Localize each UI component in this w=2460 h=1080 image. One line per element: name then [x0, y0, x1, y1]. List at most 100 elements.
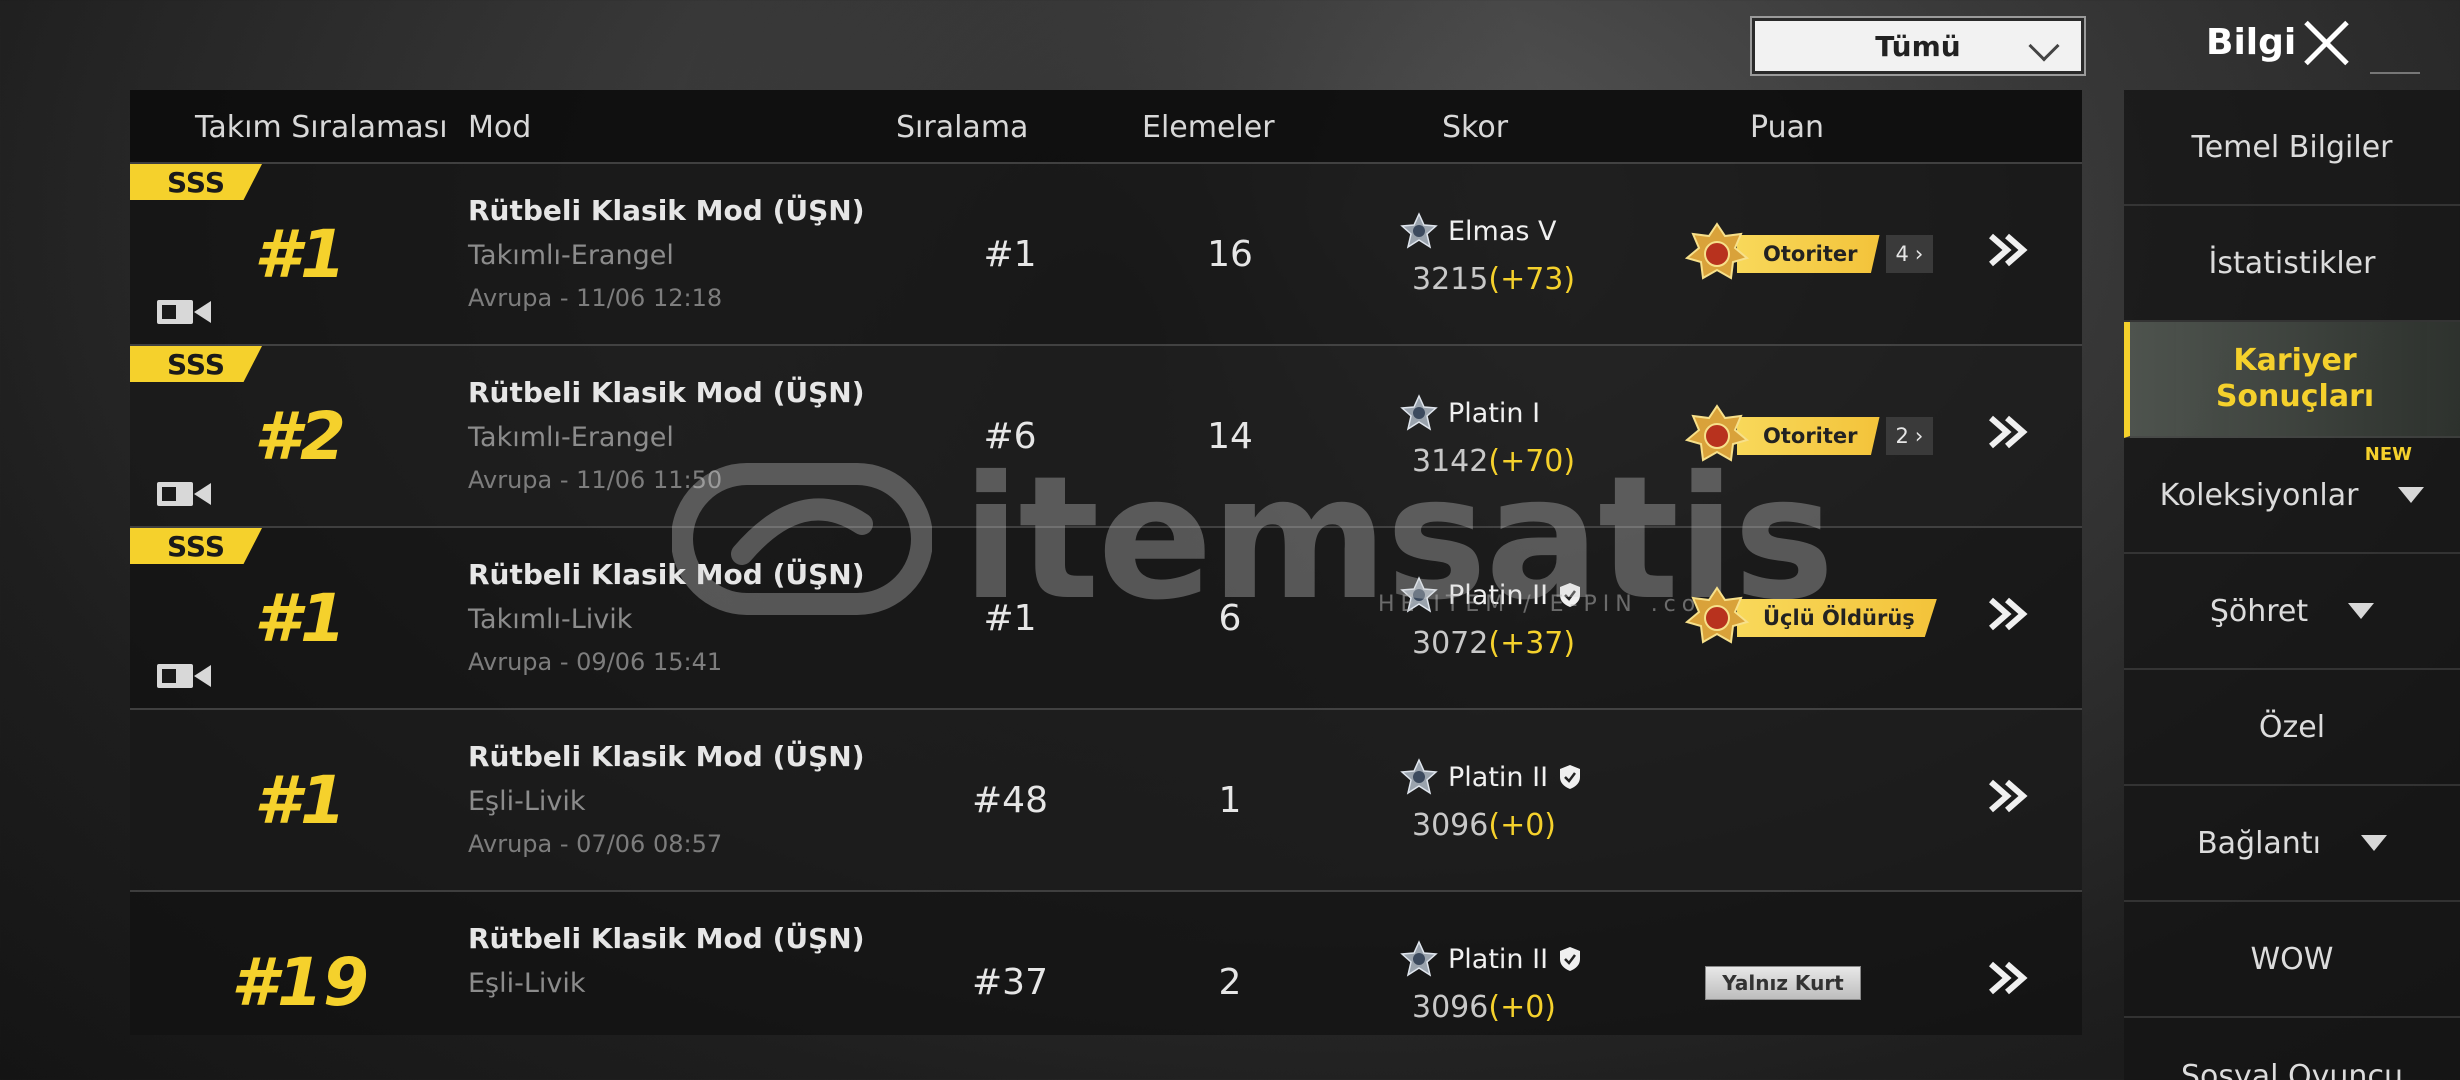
- score-delta: (+73): [1488, 262, 1576, 297]
- table-row[interactable]: SSS #1 Rütbeli Klasik Mod (ÜŞN) Takımlı-Era…: [130, 162, 2082, 344]
- team-rank: #1: [254, 216, 346, 293]
- mode-region-time: Avrupa - 09/06 15:41: [468, 648, 723, 676]
- chevron-down-icon: [2348, 603, 2375, 619]
- rank-tier-icon: [1400, 394, 1438, 431]
- honor-badge[interactable]: Üçlü Öldürüş: [1685, 586, 1937, 650]
- kills: 2: [1218, 962, 1242, 1003]
- rank-tier-icon: [1400, 212, 1438, 249]
- placement: #1: [983, 234, 1037, 275]
- mode-name: Rütbeli Klasik Mod (ÜŞN): [468, 194, 865, 227]
- sidebar-item-label: Bağlantı: [2197, 825, 2321, 861]
- mode-name: Rütbeli Klasik Mod (ÜŞN): [468, 558, 865, 591]
- video-camera-icon[interactable]: [156, 660, 212, 692]
- sidebar-item-sohret[interactable]: Şöhret: [2124, 554, 2460, 670]
- kills: 1: [1218, 780, 1242, 821]
- career-results-table: Takım Sıralaması Mod Sıralama Elemeler S…: [130, 90, 2082, 1035]
- table-header: Takım Sıralaması Mod Sıralama Elemeler S…: [130, 90, 2082, 162]
- score-value: 3096: [1412, 808, 1489, 843]
- shield-check-icon: [1560, 765, 1581, 789]
- double-chevron-right-icon[interactable]: [1985, 958, 2035, 998]
- score-value: 3072: [1412, 626, 1489, 661]
- sidebar-item-temel-bilgiler[interactable]: Temel Bilgiler: [2124, 90, 2460, 206]
- table-row[interactable]: #1 Rütbeli Klasik Mod (ÜŞN) Eşli-Livik Avru…: [130, 708, 2082, 890]
- kills: 14: [1207, 416, 1253, 457]
- mode-region-time: Avrupa - 11/06 11:50: [468, 466, 723, 494]
- double-chevron-right-icon[interactable]: [1985, 776, 2035, 816]
- table-body: SSS #1 Rütbeli Klasik Mod (ÜŞN) Takımlı-Era…: [130, 162, 2082, 1035]
- score-value: 3096: [1412, 990, 1489, 1025]
- header-team-rank: Takım Sıralaması: [195, 110, 448, 145]
- sidebar-item-label: Temel Bilgiler: [2191, 129, 2393, 165]
- table-row[interactable]: #19 Rütbeli Klasik Mod (ÜŞN) Eşli-Livik #37…: [130, 890, 2082, 1072]
- team-rank: #1: [254, 762, 346, 839]
- sidebar-item-label-line1: Kariyer: [2233, 343, 2357, 378]
- sidebar-item-ozel[interactable]: Özel: [2124, 670, 2460, 786]
- sidebar-item-label: Özel: [2258, 709, 2326, 745]
- score-delta: (+37): [1488, 626, 1576, 661]
- placement: #6: [983, 416, 1037, 457]
- sss-badge: SSS: [130, 346, 262, 382]
- mode-map: Takımlı-Livik: [468, 604, 633, 635]
- honor-badge[interactable]: Otoriter 2 ›: [1685, 404, 1934, 468]
- score-value: 3142: [1412, 444, 1489, 479]
- score: 3142(+70): [1412, 444, 1575, 479]
- honor-count: 4 ›: [1885, 235, 1934, 273]
- mode-map: Takımlı-Erangel: [468, 422, 674, 453]
- table-row[interactable]: SSS #2 Rütbeli Klasik Mod (ÜŞN) Takımlı-Era…: [130, 344, 2082, 526]
- score: 3096(+0): [1412, 808, 1556, 843]
- team-rank: #2: [254, 398, 346, 475]
- tier: Platin II: [1400, 758, 1582, 796]
- honor-medal-icon: [1685, 222, 1749, 280]
- mode-map: Eşli-Livik: [468, 968, 586, 999]
- chevron-right-icon: ›: [1914, 242, 1924, 266]
- watermark-subtext: HE ITEM / E-PIN .com: [1378, 592, 1729, 617]
- chevron-down-icon: [2398, 487, 2425, 503]
- kills: 6: [1218, 598, 1242, 639]
- video-camera-icon[interactable]: [156, 296, 212, 328]
- sidebar-item-baglanti[interactable]: Bağlantı: [2124, 786, 2460, 902]
- chevron-down-icon: [2028, 30, 2060, 62]
- honor-medal-icon: [1685, 586, 1749, 644]
- header-score: Skor: [1442, 110, 1509, 145]
- header-mode: Mod: [468, 110, 532, 145]
- honor-medal-icon: [1685, 404, 1749, 462]
- sidebar-item-kariyer-sonuclari[interactable]: Kariyer Sonuçları: [2124, 322, 2460, 438]
- table-row[interactable]: SSS #1 Rütbeli Klasik Mod (ÜŞN) Takımlı-Liv…: [130, 526, 2082, 708]
- tier-name: Elmas V: [1448, 215, 1557, 247]
- honor-count-value: 2: [1895, 424, 1909, 448]
- chevron-right-icon: ›: [1914, 424, 1924, 448]
- header-placement: Sıralama: [896, 110, 1029, 145]
- header-points: Puan: [1750, 110, 1824, 145]
- honor-count: 2 ›: [1885, 417, 1934, 455]
- score-value: 3215: [1412, 262, 1489, 297]
- mode-region-time: Avrupa - 11/06 12:18: [468, 284, 723, 312]
- chevron-down-icon: [2360, 835, 2387, 851]
- tier-name: Platin II: [1448, 943, 1549, 975]
- team-rank: #19: [231, 944, 369, 1021]
- double-chevron-right-icon[interactable]: [1985, 594, 2035, 634]
- filter-dropdown[interactable]: Tümü: [1750, 16, 2086, 76]
- close-icon[interactable]: [2302, 18, 2352, 68]
- sidebar-item-istatistikler[interactable]: İstatistikler: [2124, 206, 2460, 322]
- sidebar-item-wow[interactable]: WOW: [2124, 902, 2460, 1018]
- score-delta: (+70): [1488, 444, 1576, 479]
- tier-name: Platin II: [1448, 761, 1549, 793]
- honor-badge[interactable]: Yalnız Kurt: [1705, 966, 1861, 1000]
- video-camera-icon[interactable]: [156, 478, 212, 510]
- double-chevron-right-icon[interactable]: [1985, 230, 2035, 270]
- sidebar-item-koleksiyonlar[interactable]: NEW Koleksiyonlar: [2124, 438, 2460, 554]
- placement: #1: [983, 598, 1037, 639]
- double-chevron-right-icon[interactable]: [1985, 412, 2035, 452]
- rank-tier-icon: [1400, 758, 1438, 795]
- sidebar: Temel Bilgiler İstatistikler Kariyer Son…: [2124, 90, 2460, 1080]
- sidebar-item-sosyal-oyuncu[interactable]: Sosyal Oyuncu: [2124, 1018, 2460, 1080]
- sss-badge: SSS: [130, 164, 262, 200]
- header-kills: Elemeler: [1142, 110, 1275, 145]
- honor-label: Otoriter: [1737, 417, 1880, 455]
- sidebar-item-label: Koleksiyonlar: [2159, 477, 2359, 513]
- honor-label: Üçlü Öldürüş: [1737, 599, 1937, 637]
- sss-badge: SSS: [130, 528, 262, 564]
- page-title: Bilgi: [2206, 22, 2297, 63]
- mode-map: Eşli-Livik: [468, 786, 586, 817]
- honor-badge[interactable]: Otoriter 4 ›: [1685, 222, 1934, 286]
